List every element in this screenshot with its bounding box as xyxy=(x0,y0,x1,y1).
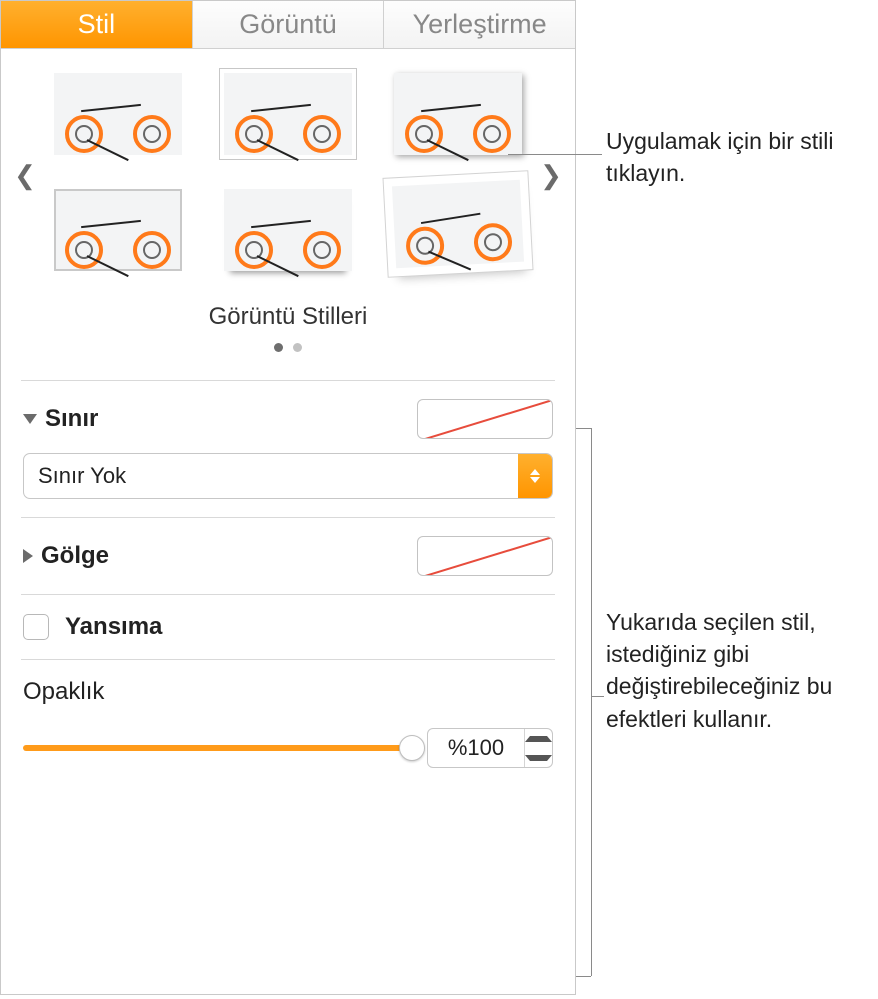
border-preview-swatch[interactable] xyxy=(417,399,553,439)
tab-bar: Stil Görüntü Yerleştirme xyxy=(1,1,575,49)
reflection-section: Yansıma xyxy=(1,595,575,659)
callout-bracket-top xyxy=(576,428,591,429)
opacity-value: %100 xyxy=(428,729,524,767)
callout-bracket-bottom xyxy=(576,976,591,977)
reflection-label: Yansıma xyxy=(65,613,162,641)
dropdown-toggle-icon xyxy=(518,454,552,498)
callout-line-1 xyxy=(508,154,602,155)
prev-styles-arrow-icon[interactable]: ❮ xyxy=(11,145,39,205)
style-thumb-6[interactable] xyxy=(385,183,531,277)
format-sidebar: Stil Görüntü Yerleştirme ❮ ❯ Görüntü Sti… xyxy=(0,0,576,995)
shadow-label: Gölge xyxy=(41,542,109,570)
style-thumb-2[interactable] xyxy=(215,73,361,155)
image-styles-area: ❮ ❯ Görüntü Stilleri xyxy=(1,49,575,380)
border-label: Sınır xyxy=(45,405,98,433)
shadow-disclosure-icon[interactable] xyxy=(23,549,33,563)
stepper-down-icon[interactable] xyxy=(525,748,552,767)
image-styles-heading: Görüntü Stilleri xyxy=(11,303,565,331)
style-thumbnails xyxy=(39,73,537,277)
reflection-checkbox[interactable] xyxy=(23,614,49,640)
border-section: Sınır Sınır Yok xyxy=(1,381,575,517)
tab-style[interactable]: Stil xyxy=(1,1,193,48)
style-page-dots xyxy=(11,343,565,352)
shadow-section: Gölge xyxy=(1,518,575,594)
callout-bracket-connector xyxy=(592,696,604,697)
border-type-value: Sınır Yok xyxy=(24,463,518,489)
border-type-dropdown[interactable]: Sınır Yok xyxy=(23,453,553,499)
callout-click-to-apply: Uygulamak için bir stili tıklayın. xyxy=(606,125,866,189)
shadow-preview-swatch[interactable] xyxy=(417,536,553,576)
opacity-value-stepper[interactable]: %100 xyxy=(427,728,553,768)
stepper-up-icon[interactable] xyxy=(525,729,552,748)
slider-knob-icon[interactable] xyxy=(399,735,425,761)
style-thumb-1[interactable] xyxy=(45,73,191,155)
style-thumb-3[interactable] xyxy=(385,73,531,155)
opacity-slider[interactable] xyxy=(23,745,413,751)
style-thumb-5[interactable] xyxy=(215,183,361,277)
opacity-section: Opaklık %100 xyxy=(1,660,575,786)
callout-effects: Yukarıda seçilen stil, istediğiniz gibi … xyxy=(606,606,876,735)
page-dot-1[interactable] xyxy=(274,343,283,352)
tab-image[interactable]: Görüntü xyxy=(193,1,385,48)
border-disclosure-icon[interactable] xyxy=(23,414,37,424)
opacity-label: Opaklık xyxy=(23,678,553,706)
tab-arrange[interactable]: Yerleştirme xyxy=(384,1,575,48)
style-thumb-4[interactable] xyxy=(45,183,191,277)
page-dot-2[interactable] xyxy=(293,343,302,352)
callout-bracket xyxy=(591,428,592,976)
